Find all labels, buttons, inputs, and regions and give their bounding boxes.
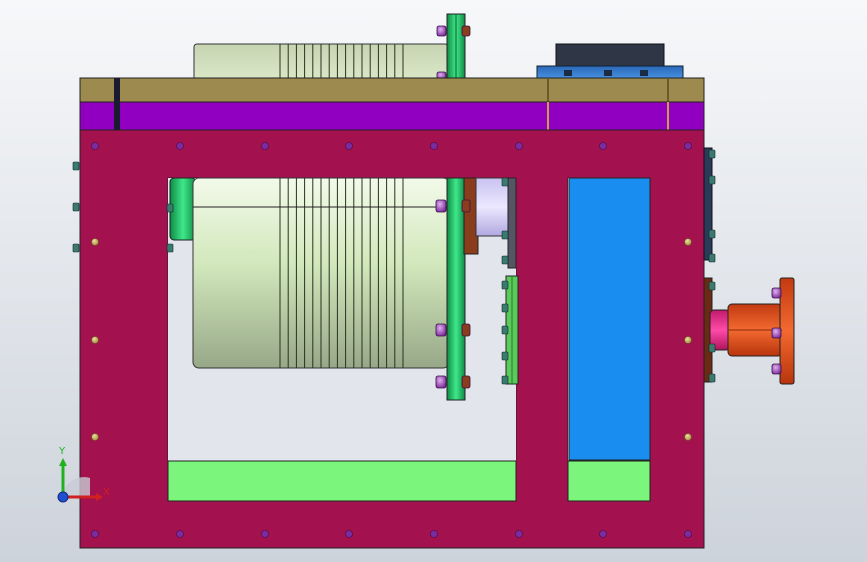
side-bolt: [708, 343, 716, 353]
green-panel-right: [567, 460, 651, 502]
frame-bolt-hole: [684, 433, 692, 441]
side-bolt: [708, 373, 716, 383]
side-bolt: [708, 229, 716, 239]
frame-bolt-hole: [684, 238, 692, 246]
side-bolt: [708, 253, 716, 263]
upper-flange: [446, 13, 466, 81]
bolt-icon: [771, 327, 782, 339]
side-bolt: [708, 149, 716, 159]
triad-y-label: Y: [58, 446, 66, 457]
frame-bolt-hole: [684, 142, 692, 150]
side-bolt: [72, 243, 80, 253]
frame-bolt-hole: [176, 530, 184, 538]
frame-bolt-hole: [515, 142, 523, 150]
side-bolt: [708, 175, 716, 185]
green-panel-left: [167, 460, 517, 502]
side-bolt: [501, 177, 509, 187]
frame-bolt-hole: [684, 530, 692, 538]
blue-panel: [568, 177, 651, 461]
frame-bolt-hole: [599, 530, 607, 538]
bolt-icon: [461, 375, 471, 389]
triad-z-origin-icon: [57, 491, 69, 503]
bolt-icon: [461, 323, 471, 337]
cad-viewport[interactable]: X Y: [0, 0, 867, 562]
right-side-bracket: [703, 147, 713, 261]
frame-bolt-hole: [91, 238, 99, 246]
frame-bolt-hole: [684, 336, 692, 344]
side-bolt: [501, 375, 509, 385]
side-bolt: [501, 303, 509, 313]
bolt-icon: [461, 25, 471, 37]
side-bolt: [72, 161, 80, 171]
main-drum: [169, 177, 470, 369]
side-bolt: [166, 243, 174, 253]
bolt-icon: [461, 199, 471, 213]
bolt-icon: [771, 363, 782, 375]
frame-bolt-hole: [599, 142, 607, 150]
frame-bolt-hole: [430, 530, 438, 538]
side-bolt: [501, 325, 509, 335]
side-bolt: [501, 230, 509, 240]
bolt-icon: [436, 25, 447, 37]
frame-bolt-hole: [176, 142, 184, 150]
side-bolt: [501, 255, 509, 265]
upper-drum: [193, 43, 449, 81]
frame-bolt-hole: [515, 530, 523, 538]
frame-bolt-hole: [430, 142, 438, 150]
side-bolt: [72, 202, 80, 212]
purple-band: [79, 101, 705, 131]
triad-x-label: X: [103, 487, 110, 498]
bolt-icon: [435, 199, 447, 213]
bolt-icon: [435, 323, 447, 337]
frame-bolt-hole: [261, 142, 269, 150]
bolt-icon: [435, 375, 447, 389]
motor-housing: [536, 43, 684, 81]
bolt-icon: [771, 287, 782, 299]
frame-bolt-hole: [91, 530, 99, 538]
side-bolt: [708, 281, 716, 291]
side-bolt: [501, 280, 509, 290]
side-bolt: [166, 203, 174, 213]
side-bolt: [501, 351, 509, 361]
frame-bolt-hole: [91, 433, 99, 441]
frame-bolt-hole: [345, 142, 353, 150]
left-edge-strip: [114, 78, 120, 130]
frame-bolt-hole: [91, 336, 99, 344]
frame-bolt-hole: [345, 530, 353, 538]
frame-bolt-hole: [91, 142, 99, 150]
frame-bolt-hole: [261, 530, 269, 538]
